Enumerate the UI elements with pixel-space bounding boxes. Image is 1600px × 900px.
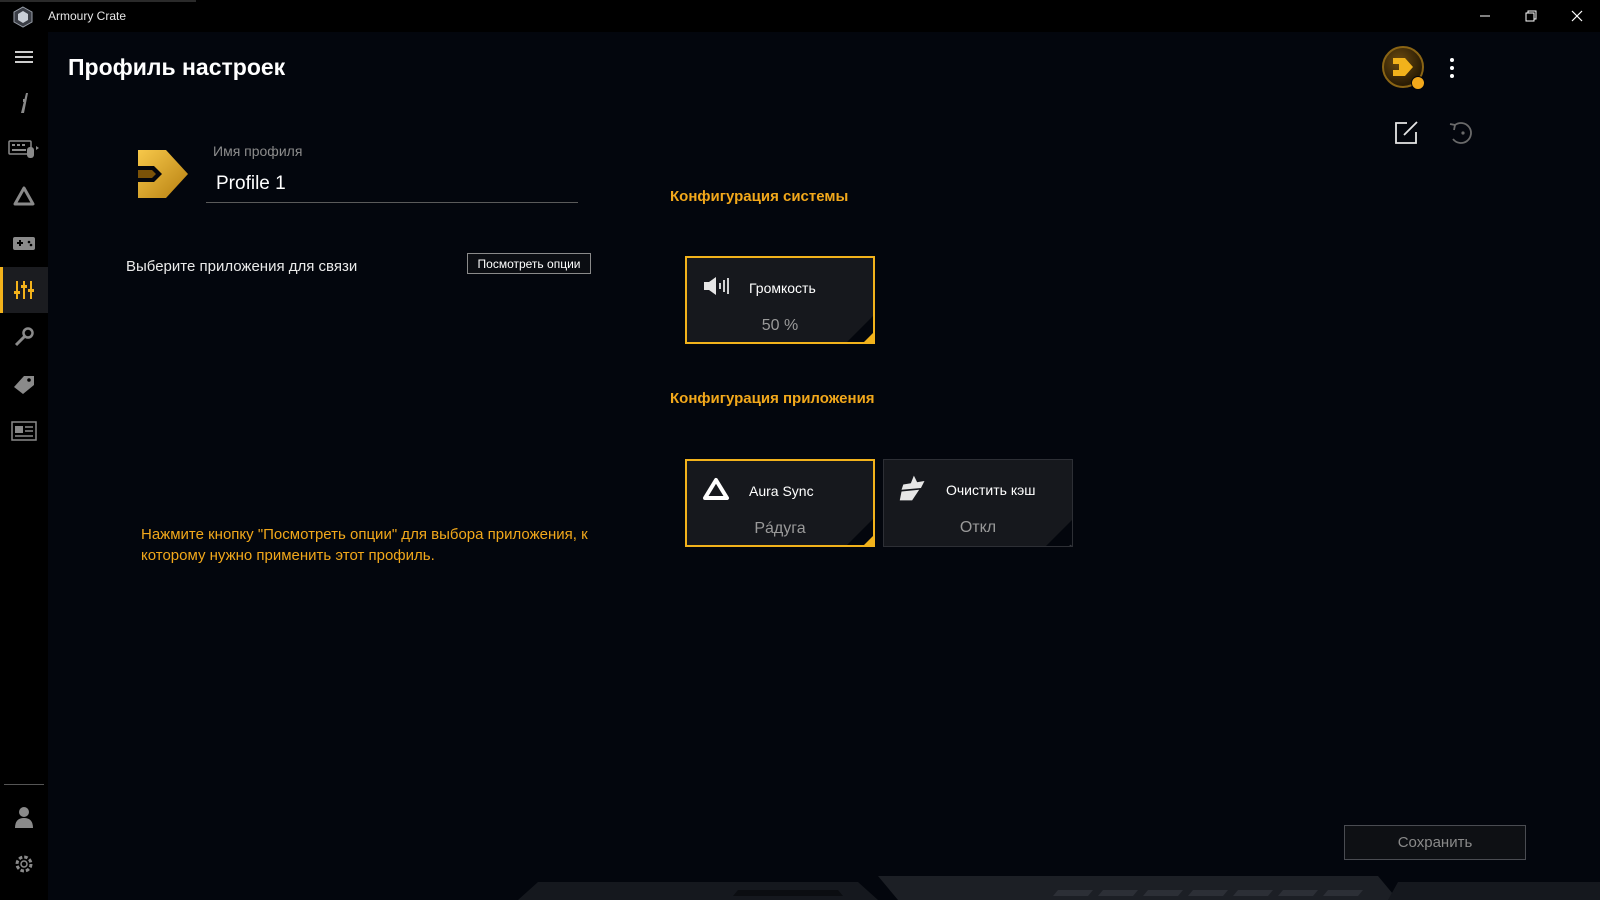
sidebar-menu-button[interactable] — [0, 34, 48, 80]
speaker-icon — [704, 277, 729, 295]
minimize-button[interactable] — [1462, 0, 1508, 32]
sidebar-divider — [4, 784, 44, 785]
sidebar — [0, 32, 48, 900]
clear-cache-card-title: Очистить кэш — [946, 482, 1036, 498]
reset-button[interactable] — [1444, 116, 1478, 150]
wrench-icon — [14, 327, 34, 347]
main-content: Профиль настроек Имя профиля Profile 1 В… — [48, 32, 1600, 900]
aura-sync-card[interactable]: Aura Sync Рáдуга — [685, 459, 875, 547]
tag-icon — [14, 376, 34, 394]
window-title: Armoury Crate — [48, 9, 127, 23]
gear-icon — [15, 855, 33, 873]
card-corner-cut — [1046, 520, 1072, 546]
gamepad-icon — [13, 237, 35, 250]
profile-name-label: Имя профиля — [213, 143, 303, 159]
sliders-icon — [14, 281, 34, 299]
speaker-icon-wrap — [701, 272, 731, 300]
clean-cache-icon-wrap — [898, 474, 928, 502]
aura-sync-icon — [13, 186, 35, 206]
card-corner-mark — [863, 332, 873, 342]
sidebar-item-user-center[interactable] — [0, 794, 48, 840]
keyboard-mouse-icon — [8, 140, 39, 158]
card-corner-mark — [863, 535, 873, 545]
aura-sync-icon — [703, 478, 729, 500]
page-title: Профиль настроек — [68, 54, 286, 80]
sidebar-item-settings[interactable] — [0, 841, 48, 887]
volume-card-value: 50 % — [761, 317, 799, 334]
device-icon — [21, 93, 28, 113]
view-options-button[interactable]: Посмотреть опции — [467, 253, 591, 274]
profile-d-logo-icon — [1393, 58, 1413, 76]
title-bar-accent — [0, 0, 196, 2]
hamburger-menu-icon — [15, 51, 33, 63]
reset-icon — [1449, 122, 1472, 144]
aura-sync-card-title: Aura Sync — [749, 483, 814, 499]
sidebar-item-aura-sync[interactable] — [0, 173, 48, 219]
sidebar-item-game-library[interactable] — [0, 220, 48, 266]
edit-icon — [1395, 121, 1418, 144]
profile-name-input[interactable] — [206, 165, 578, 203]
sidebar-item-home[interactable] — [0, 80, 48, 126]
armoury-crate-logo-icon — [13, 6, 33, 28]
bottom-decoration — [518, 876, 1600, 900]
sidebar-item-deals[interactable] — [0, 361, 48, 407]
sidebar-item-scenario-profiles[interactable] — [0, 267, 48, 313]
kebab-dot — [1450, 66, 1454, 70]
link-apps-label: Выберите приложения для связи — [126, 258, 358, 275]
volume-card-title: Громкость — [749, 280, 816, 296]
clear-cache-card[interactable]: Очистить кэш Откл — [883, 459, 1073, 547]
kebab-dot — [1450, 74, 1454, 78]
restore-icon — [1525, 10, 1537, 22]
clean-cache-icon — [899, 475, 925, 501]
aura-sync-card-value: Рáдуга — [754, 520, 806, 537]
minimize-icon — [1480, 15, 1490, 17]
restore-button[interactable] — [1508, 0, 1554, 32]
kebab-dot — [1450, 58, 1454, 62]
save-button[interactable]: Сохранить — [1344, 825, 1526, 860]
sidebar-item-devices[interactable] — [0, 126, 48, 172]
news-icon — [11, 421, 37, 441]
close-icon — [1571, 10, 1583, 22]
title-bar: Armoury Crate — [0, 0, 1600, 32]
close-button[interactable] — [1554, 0, 1600, 32]
clear-cache-card-value: Откл — [959, 519, 997, 536]
avatar-status-badge — [1411, 76, 1425, 90]
edit-button[interactable] — [1389, 116, 1423, 150]
volume-card[interactable]: Громкость 50 % — [685, 256, 875, 344]
app-config-title: Конфигурация приложения — [670, 390, 875, 407]
system-config-title: Конфигурация системы — [670, 188, 849, 205]
user-icon — [15, 807, 33, 828]
more-options-button[interactable] — [1442, 56, 1462, 80]
hint-text: Нажмите кнопку "Посмотреть опции" для вы… — [141, 526, 588, 564]
sidebar-item-news[interactable] — [0, 408, 48, 454]
aura-sync-icon-wrap — [701, 475, 731, 503]
sidebar-item-tools[interactable] — [0, 314, 48, 360]
profile-icon — [138, 150, 188, 198]
